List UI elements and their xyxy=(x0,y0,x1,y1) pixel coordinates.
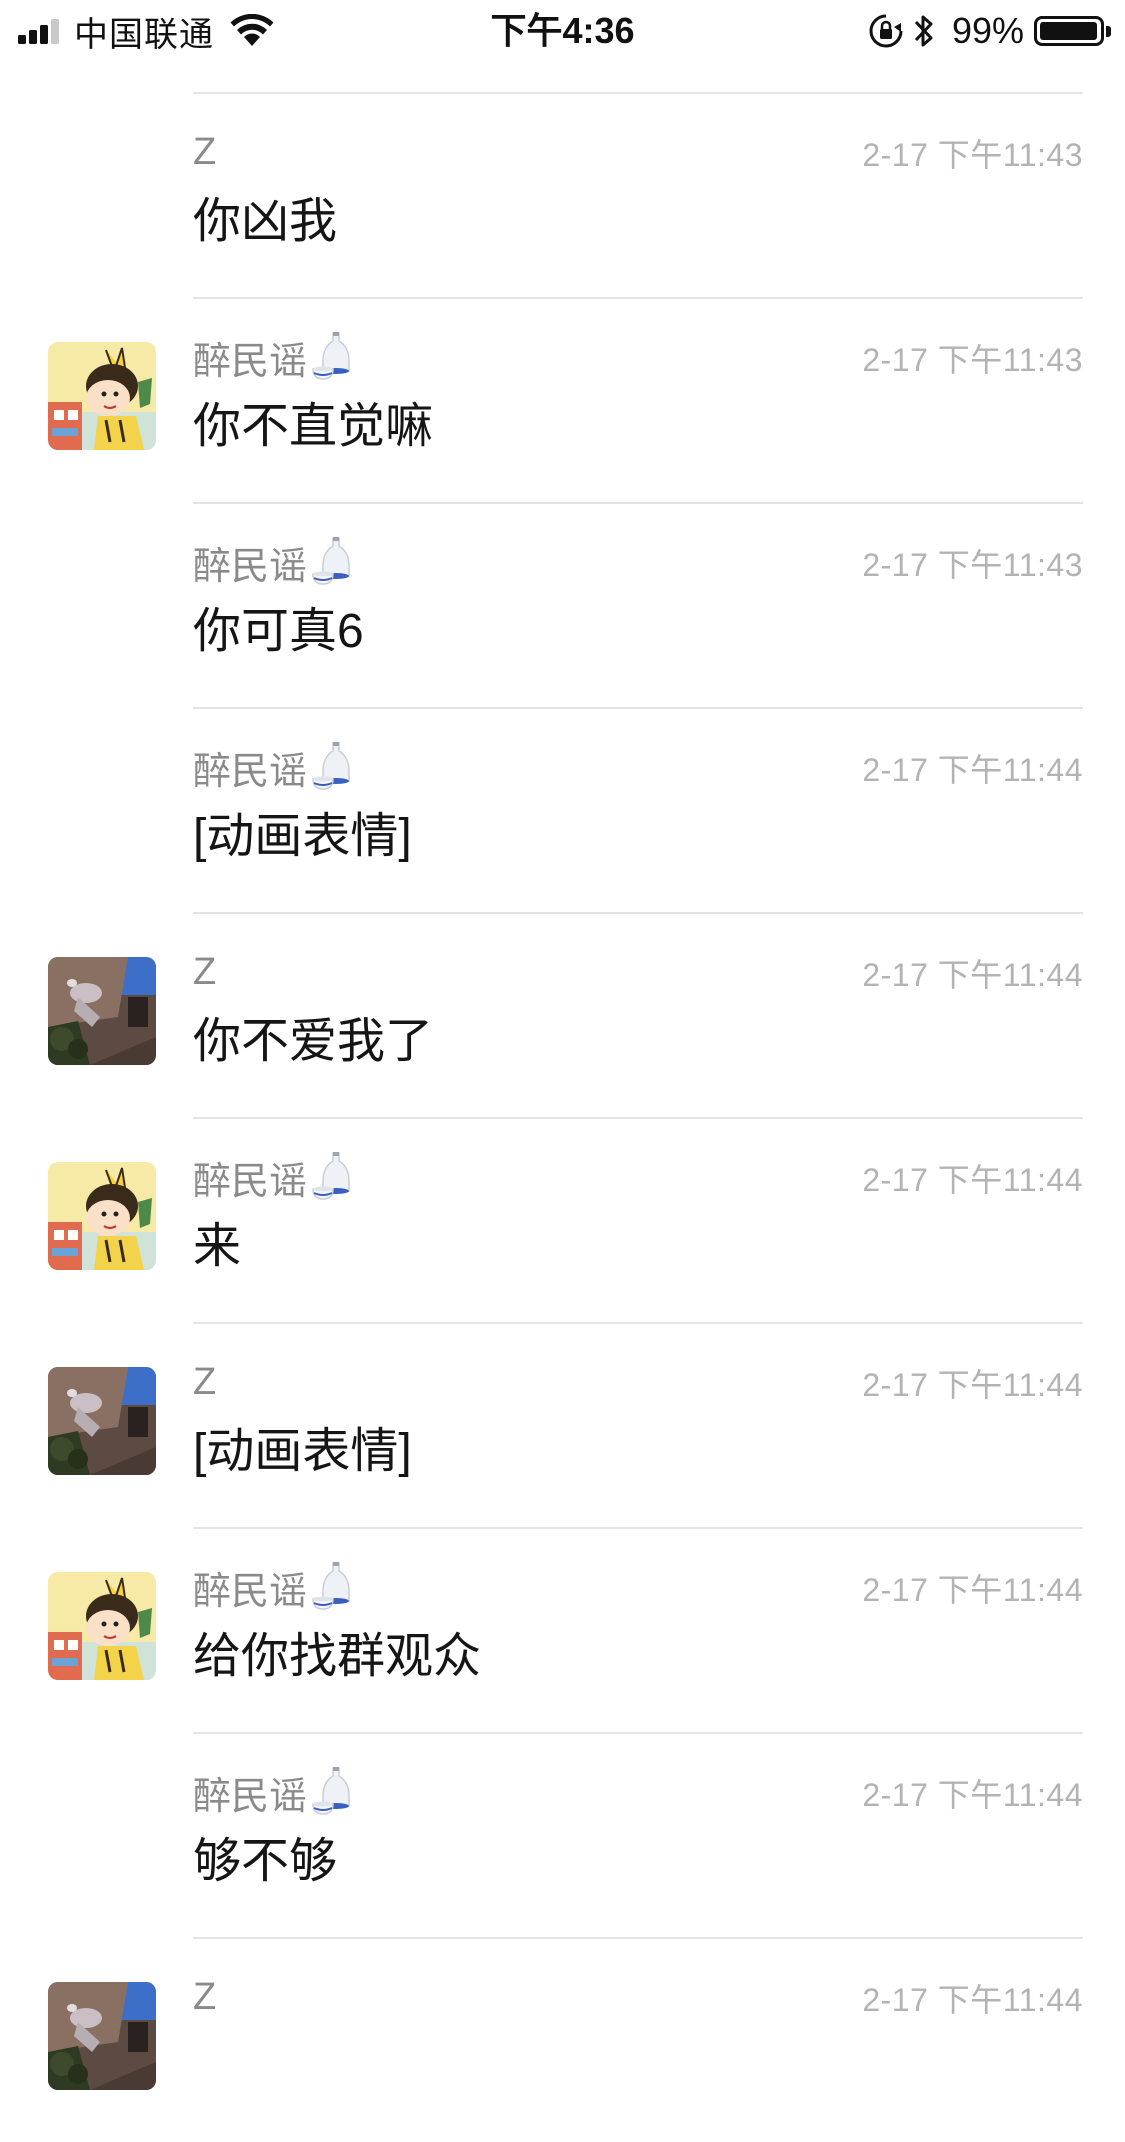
sender: 醉民谣 xyxy=(193,1561,357,1613)
message-time: 2-17 下午11:43 xyxy=(862,547,1083,583)
photo-avatar[interactable] xyxy=(48,1367,156,1475)
sake-bottle-icon xyxy=(311,1151,357,1203)
message-item[interactable]: 醉民谣 2-17 下午11:44 给你找群观众 xyxy=(0,1527,1125,1732)
sender-name: 醉民谣 xyxy=(193,1160,308,1203)
cartoon-avatar[interactable] xyxy=(48,1572,156,1680)
sake-bottle-icon xyxy=(311,536,357,588)
message-time: 2-17 下午11:44 xyxy=(862,1367,1083,1403)
sake-bottle-icon xyxy=(311,1561,357,1613)
message-item[interactable]: 醉民谣 2-17 下午11:44 [动画表情] xyxy=(0,707,1125,912)
sender: 醉民谣 xyxy=(193,1766,357,1818)
photo-avatar[interactable] xyxy=(48,957,156,1065)
cartoon-avatar[interactable] xyxy=(48,1162,156,1270)
battery-percent: 99% xyxy=(951,10,1024,51)
sender-name: 醉民谣 xyxy=(193,750,308,793)
message-item[interactable]: 醉民谣 2-17 下午11:44 来 xyxy=(0,1117,1125,1322)
message-item[interactable]: Z 2-17 下午11:44 xyxy=(0,1937,1125,2142)
message-text: [动画表情] xyxy=(193,1425,412,1478)
message-text: 给你找群观众 xyxy=(193,1630,482,1683)
message-text: 你不爱我了 xyxy=(193,1015,434,1068)
message-item[interactable]: Z 2-17 下午11:44 你不爱我了 xyxy=(0,912,1125,1117)
photo-avatar[interactable] xyxy=(48,1982,156,2090)
sender: Z xyxy=(193,946,216,998)
sender-name: 醉民谣 xyxy=(193,1775,308,1818)
battery-level xyxy=(1040,22,1097,40)
sender-name: 醉民谣 xyxy=(193,340,308,383)
sender-name: Z xyxy=(193,1975,217,2018)
sender: Z xyxy=(193,126,216,178)
sake-bottle-icon xyxy=(311,331,357,383)
message-item[interactable]: 醉民谣 2-17 下午11:43 你不直觉嘛 xyxy=(0,297,1125,502)
sender: 醉民谣 xyxy=(193,1151,357,1203)
message-item[interactable]: 醉民谣 2-17 下午11:43 你可真6 xyxy=(0,502,1125,707)
message-text: [动画表情] xyxy=(193,810,412,863)
sender-name: Z xyxy=(193,130,217,173)
message-text: 够不够 xyxy=(193,1835,338,1888)
sender: Z xyxy=(193,1356,216,1408)
sake-bottle-icon xyxy=(311,1766,357,1818)
message-text: 你可真6 xyxy=(193,605,364,658)
message-text: 来 xyxy=(193,1220,242,1273)
message-time: 2-17 下午11:44 xyxy=(862,1982,1083,2018)
message-time: 2-17 下午11:44 xyxy=(862,957,1083,993)
message-text: 你不直觉嘛 xyxy=(193,400,434,453)
sender-name: Z xyxy=(193,950,217,993)
battery-tip xyxy=(1106,25,1111,37)
cartoon-avatar[interactable] xyxy=(48,342,156,450)
sender-name: 醉民谣 xyxy=(193,1570,308,1613)
status-right: 99% xyxy=(868,8,1111,54)
sender: 醉民谣 xyxy=(193,741,357,793)
message-time: 2-17 下午11:44 xyxy=(862,752,1083,788)
sender: 醉民谣 xyxy=(193,331,357,383)
sender: Z xyxy=(193,1971,216,2023)
status-bar: 中国联通 下午4:36 99% xyxy=(0,0,1125,62)
rotation-lock-icon xyxy=(869,14,903,48)
message-time: 2-17 下午11:43 xyxy=(862,342,1083,378)
battery-icon xyxy=(1034,16,1104,46)
sender-name: Z xyxy=(193,1360,217,1403)
sender-name: 醉民谣 xyxy=(193,545,308,588)
message-list: Z 2-17 下午11:43 你凶我 醉民谣 2-17 下午11:43 你不直觉嘛 醉民… xyxy=(0,92,1125,2142)
message-item[interactable]: 醉民谣 2-17 下午11:44 够不够 xyxy=(0,1732,1125,1937)
message-item[interactable]: Z 2-17 下午11:43 你凶我 xyxy=(0,92,1125,297)
message-time: 2-17 下午11:44 xyxy=(862,1777,1083,1813)
message-time: 2-17 下午11:44 xyxy=(862,1572,1083,1608)
sender: 醉民谣 xyxy=(193,536,357,588)
sake-bottle-icon xyxy=(311,741,357,793)
message-text: 你凶我 xyxy=(193,195,338,248)
message-time: 2-17 下午11:44 xyxy=(862,1162,1083,1198)
message-time: 2-17 下午11:43 xyxy=(862,137,1083,173)
message-item[interactable]: Z 2-17 下午11:44 [动画表情] xyxy=(0,1322,1125,1527)
bluetooth-icon xyxy=(914,15,933,47)
